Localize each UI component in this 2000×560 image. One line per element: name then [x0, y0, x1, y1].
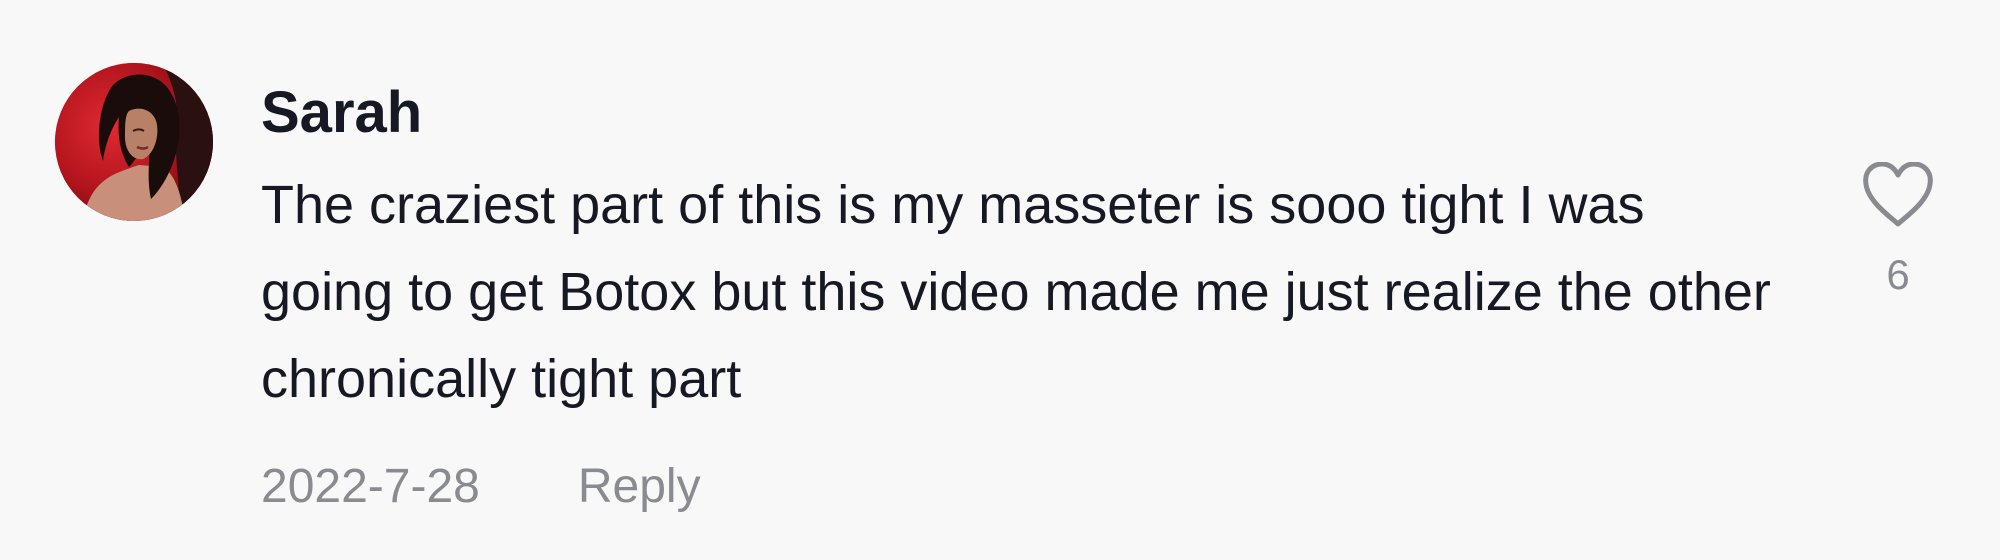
- comment-meta: 2022-7-28 Reply: [261, 452, 701, 522]
- comment-item: Sarah The craziest part of this is my ma…: [0, 0, 2000, 560]
- reply-button[interactable]: Reply: [578, 452, 701, 522]
- like-button[interactable]: 6: [1856, 162, 1940, 300]
- avatar-image: [55, 63, 213, 221]
- avatar[interactable]: [55, 63, 213, 221]
- heart-outline-icon[interactable]: [1862, 162, 1934, 228]
- comment-username[interactable]: Sarah: [261, 78, 422, 148]
- comment-date: 2022-7-28: [261, 460, 480, 513]
- like-count: 6: [1886, 251, 1910, 298]
- comment-text: The craziest part of this is my masseter…: [261, 175, 1771, 409]
